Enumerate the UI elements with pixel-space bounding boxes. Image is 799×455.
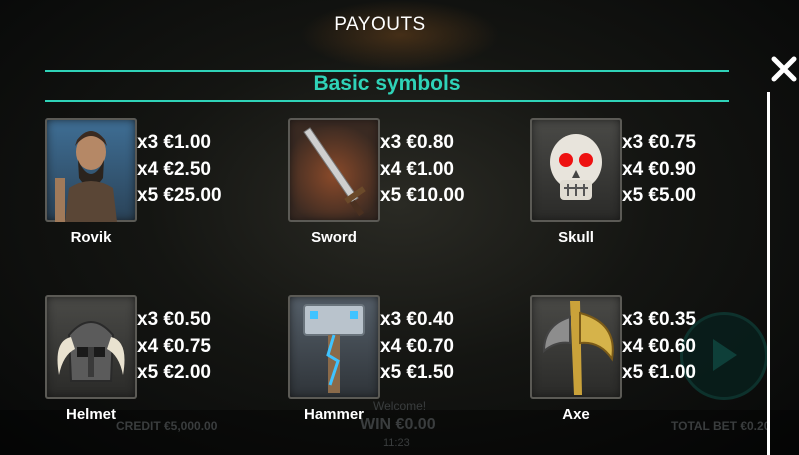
payout-x5: x5 €2.00 [137,362,211,383]
symbol-axe: x3 €0.35 x4 €0.60 x5 €1.00 Axe [530,295,770,435]
payout-values: x3 €0.75 x4 €0.90 x5 €5.00 [622,130,696,210]
payout-x5: x5 €10.00 [380,185,465,206]
payout-x4: x4 €2.50 [137,158,211,180]
payout-x3: x3 €0.50 [137,309,211,330]
symbol-name: Hammer [303,406,365,423]
payout-x3: x3 €0.75 [622,132,696,153]
symbol-name: Rovik [70,229,112,246]
section-title: Basic symbols [313,72,461,95]
payout-x3: x3 €0.80 [380,132,454,153]
close-icon [771,56,797,82]
symbol-helmet: x3 €0.50 x4 €0.75 x5 €2.00 Helmet [45,295,285,435]
symbol-sword: x3 €0.80 x4 €1.00 x5 €10.00 Sword [288,118,528,258]
symbol-skull: x3 €0.75 x4 €0.90 x5 €5.00 Skull [530,118,770,258]
viking-warrior-icon [45,118,137,222]
payout-x4: x4 €0.70 [380,335,454,357]
payout-x5: x5 €1.00 [622,362,696,383]
clock-text: 11:23 [383,437,410,449]
sword-icon [288,118,380,222]
payout-values: x3 €1.00 x4 €2.50 x5 €25.00 [137,130,222,210]
payout-values: x3 €0.80 x4 €1.00 x5 €10.00 [380,130,465,210]
payout-x5: x5 €25.00 [137,185,222,206]
payouts-title: PAYOUTS [334,14,426,35]
symbol-name: Helmet [65,406,117,423]
symbol-hammer: x3 €0.40 x4 €0.70 x5 €1.50 Hammer [288,295,528,435]
section-divider-bottom [45,100,729,102]
horned-helmet-icon [45,295,137,399]
payout-x5: x5 €5.00 [622,185,696,206]
payout-x4: x4 €0.90 [622,158,696,180]
payout-x3: x3 €0.35 [622,309,696,330]
symbol-name: Skull [558,229,594,246]
axe-icon [530,295,622,399]
payout-x5: x5 €1.50 [380,362,454,383]
payout-x3: x3 €0.40 [380,309,454,330]
payout-values: x3 €0.35 x4 €0.60 x5 €1.00 [622,307,696,387]
payout-x3: x3 €1.00 [137,132,211,153]
payout-x4: x4 €0.75 [137,335,211,357]
payout-values: x3 €0.40 x4 €0.70 x5 €1.50 [380,307,454,387]
skull-icon [530,118,622,222]
payout-values: x3 €0.50 x4 €0.75 x5 €2.00 [137,307,211,387]
symbol-rovik: x3 €1.00 x4 €2.50 x5 €25.00 Rovik [45,118,285,258]
payout-x4: x4 €1.00 [380,158,454,180]
close-button[interactable] [770,55,798,83]
payout-x4: x4 €0.60 [622,335,696,357]
hammer-icon [288,295,380,399]
symbol-name: Axe [562,406,590,423]
symbol-name: Sword [311,229,357,246]
